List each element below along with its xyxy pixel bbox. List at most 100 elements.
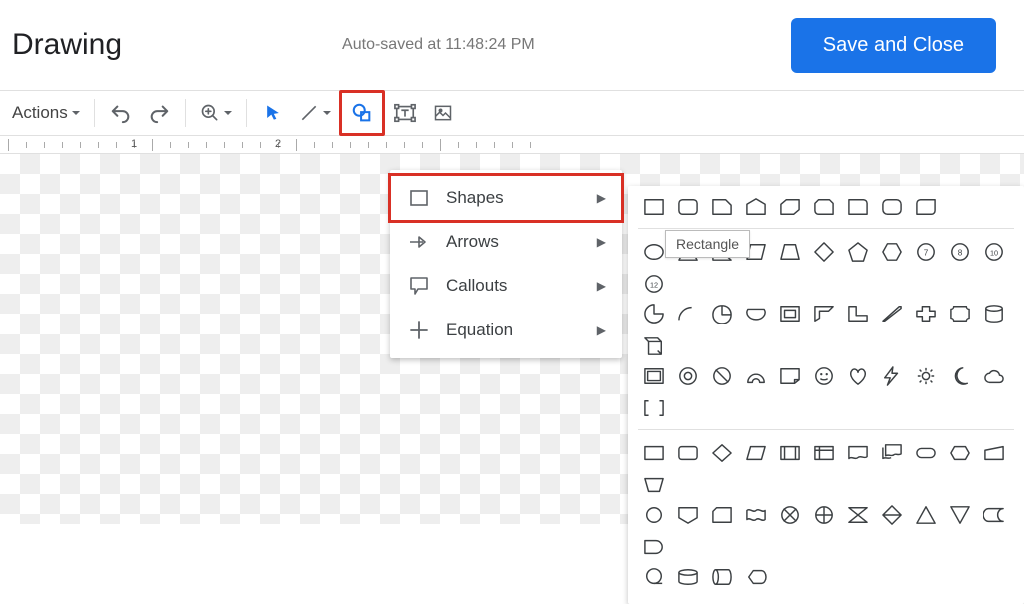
horizontal-ruler: (function(){ var r=document.currentScrip… bbox=[0, 136, 1024, 154]
shape-pentagon[interactable] bbox=[846, 241, 870, 263]
undo-button[interactable] bbox=[103, 95, 139, 131]
shape-diamond[interactable] bbox=[812, 241, 836, 263]
shape-flowchart-offpage[interactable] bbox=[676, 504, 700, 526]
menu-label: Callouts bbox=[446, 276, 507, 296]
shape-diag-stripe[interactable] bbox=[880, 303, 904, 325]
ruler-mark: 2 bbox=[275, 138, 281, 150]
header-bar: Drawing Auto-saved at 11:48:24 PM Save a… bbox=[0, 0, 1024, 90]
shape-heptagon[interactable]: 7 bbox=[914, 241, 938, 263]
shape-flowchart-alt-process[interactable] bbox=[676, 442, 700, 464]
shape-flowchart-process[interactable] bbox=[642, 442, 666, 464]
callout-icon bbox=[406, 277, 432, 295]
shape-rectangle[interactable] bbox=[642, 196, 666, 218]
ruler-mark: 1 bbox=[131, 138, 137, 150]
shape-snip-diag-rect[interactable] bbox=[778, 196, 802, 218]
shape-flowchart-card[interactable] bbox=[710, 504, 734, 526]
shape-can[interactable] bbox=[982, 303, 1006, 325]
shape-octagon[interactable]: 8 bbox=[948, 241, 972, 263]
shape-flowchart-seq-access[interactable] bbox=[642, 566, 666, 588]
select-tool-button[interactable] bbox=[255, 95, 291, 131]
shape-flowchart-display[interactable] bbox=[744, 566, 768, 588]
shape-pie[interactable] bbox=[642, 303, 666, 325]
svg-text:8: 8 bbox=[958, 249, 963, 258]
line-tool-button[interactable] bbox=[293, 95, 337, 131]
shape-cube[interactable] bbox=[642, 335, 666, 357]
shape-home-plate[interactable] bbox=[744, 196, 768, 218]
shape-folded-corner[interactable] bbox=[778, 365, 802, 387]
shape-flowchart-magnetic-disk[interactable] bbox=[676, 566, 700, 588]
shape-heart[interactable] bbox=[846, 365, 870, 387]
shape-half-frame[interactable] bbox=[812, 303, 836, 325]
shape-l-shape[interactable] bbox=[846, 303, 870, 325]
undo-icon bbox=[110, 102, 132, 124]
shape-flowchart-manual-input[interactable] bbox=[982, 442, 1006, 464]
shape-flowchart-or[interactable] bbox=[812, 504, 836, 526]
shape-chord[interactable] bbox=[744, 303, 768, 325]
shape-flowchart-collate[interactable] bbox=[846, 504, 870, 526]
shape-flowchart-predefined[interactable] bbox=[778, 442, 802, 464]
shape-teardrop[interactable] bbox=[710, 303, 734, 325]
shape-arc[interactable] bbox=[676, 303, 700, 325]
menu-label: Equation bbox=[446, 320, 513, 340]
shape-hexagon[interactable] bbox=[880, 241, 904, 263]
shape-flowchart-merge[interactable] bbox=[948, 504, 972, 526]
shape-flowchart-multidoc[interactable] bbox=[880, 442, 904, 464]
svg-text:10: 10 bbox=[990, 249, 998, 258]
shape-double-bracket[interactable] bbox=[642, 397, 666, 419]
shape-sun[interactable] bbox=[914, 365, 938, 387]
shape-round-single-corner[interactable] bbox=[846, 196, 870, 218]
shape-bevel[interactable] bbox=[642, 365, 666, 387]
shape-flowchart-terminator[interactable] bbox=[914, 442, 938, 464]
menu-item-shapes[interactable]: Shapes ▶ bbox=[390, 176, 622, 220]
image-tool-button[interactable] bbox=[425, 95, 461, 131]
shape-trapezoid[interactable] bbox=[778, 241, 802, 263]
shape-flowchart-connector[interactable] bbox=[642, 504, 666, 526]
redo-button[interactable] bbox=[141, 95, 177, 131]
shape-flowchart-sort[interactable] bbox=[880, 504, 904, 526]
shape-ellipse[interactable] bbox=[642, 241, 666, 263]
shape-flowchart-direct-access[interactable] bbox=[710, 566, 734, 588]
shape-snip-round-rect[interactable] bbox=[812, 196, 836, 218]
shape-cloud[interactable] bbox=[982, 365, 1006, 387]
shape-plaque[interactable] bbox=[948, 303, 972, 325]
zoom-button[interactable] bbox=[194, 95, 238, 131]
shape-flowchart-delay[interactable] bbox=[642, 536, 666, 558]
shape-lightning[interactable] bbox=[880, 365, 904, 387]
submenu-arrow-icon: ▶ bbox=[597, 279, 606, 293]
shape-smiley[interactable] bbox=[812, 365, 836, 387]
textbox-tool-button[interactable] bbox=[387, 95, 423, 131]
shape-flowchart-stored-data[interactable] bbox=[982, 504, 1006, 526]
shape-flowchart-internal-storage[interactable] bbox=[812, 442, 836, 464]
shape-dodecagon[interactable]: 12 bbox=[642, 273, 666, 295]
actions-menu-button[interactable]: Actions bbox=[6, 95, 86, 131]
shape-snip-corner-rect[interactable] bbox=[710, 196, 734, 218]
shape-flowchart-decision[interactable] bbox=[710, 442, 734, 464]
shape-flowchart-summing[interactable] bbox=[778, 504, 802, 526]
cursor-icon bbox=[263, 103, 283, 123]
shape-block-arc[interactable] bbox=[744, 365, 768, 387]
shape-moon[interactable] bbox=[948, 365, 972, 387]
menu-label: Shapes bbox=[446, 188, 504, 208]
redo-icon bbox=[148, 102, 170, 124]
shape-rounded-rectangle[interactable] bbox=[676, 196, 700, 218]
shape-donut[interactable] bbox=[676, 365, 700, 387]
shape-tool-button[interactable] bbox=[344, 95, 380, 131]
shape-flowchart-preparation[interactable] bbox=[948, 442, 972, 464]
shape-round-diag[interactable] bbox=[914, 196, 938, 218]
palette-divider bbox=[638, 228, 1014, 229]
shape-flowchart-extract[interactable] bbox=[914, 504, 938, 526]
save-and-close-button[interactable]: Save and Close bbox=[791, 18, 996, 73]
shape-tooltip: Rectangle bbox=[665, 230, 750, 258]
shape-flowchart-manual-op[interactable] bbox=[642, 474, 666, 496]
shape-frame[interactable] bbox=[778, 303, 802, 325]
shape-flowchart-tape[interactable] bbox=[744, 504, 768, 526]
shape-round-same-side[interactable] bbox=[880, 196, 904, 218]
shape-no-symbol[interactable] bbox=[710, 365, 734, 387]
shape-flowchart-data[interactable] bbox=[744, 442, 768, 464]
shape-decagon[interactable]: 10 bbox=[982, 241, 1006, 263]
menu-item-callouts[interactable]: Callouts ▶ bbox=[390, 264, 622, 308]
menu-item-arrows[interactable]: Arrows ▶ bbox=[390, 220, 622, 264]
shape-cross[interactable] bbox=[914, 303, 938, 325]
menu-item-equation[interactable]: Equation ▶ bbox=[390, 308, 622, 352]
shape-flowchart-document[interactable] bbox=[846, 442, 870, 464]
